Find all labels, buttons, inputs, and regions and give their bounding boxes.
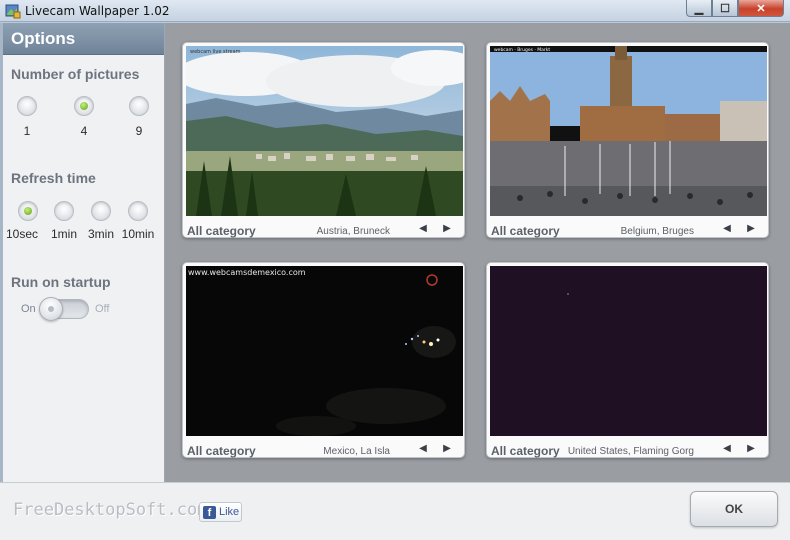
card-location: Austria, Bruneck: [316, 226, 390, 237]
refresh-label-10min: 10min: [121, 227, 155, 241]
previous-arrow-icon[interactable]: ◀: [720, 221, 734, 237]
pictures-radio-1[interactable]: [17, 96, 37, 116]
brand-logo[interactable]: FreeDesktopSoft.com: [13, 500, 207, 520]
webcam-image-belgium[interactable]: webcam · Bruges · Markt: [490, 46, 767, 216]
next-arrow-icon[interactable]: ▶: [440, 441, 454, 457]
title-bar: Livecam Wallpaper 1.02 ▁ ☐ ✕: [0, 0, 790, 22]
next-arrow-icon[interactable]: ▶: [744, 441, 758, 457]
refresh-label-3min: 3min: [87, 227, 114, 241]
refresh-label-10sec: 10sec: [5, 227, 39, 241]
previous-arrow-icon[interactable]: ◀: [416, 441, 430, 457]
previous-arrow-icon[interactable]: ◀: [720, 441, 734, 457]
toggle-knob[interactable]: [39, 297, 63, 321]
toggle-on-label: On: [21, 303, 36, 315]
webcam-card: All category United States, Flaming Gorg…: [486, 262, 769, 458]
card-location: Mexico, La Isla: [323, 446, 390, 457]
ok-button[interactable]: OK: [690, 491, 778, 527]
card-category[interactable]: All category: [187, 224, 256, 238]
refresh-radio-3min[interactable]: [91, 201, 111, 221]
card-category[interactable]: All category: [187, 444, 256, 458]
card-location: Belgium, Bruges: [620, 226, 694, 237]
options-header: Options: [3, 23, 164, 55]
maximize-button[interactable]: ☐: [712, 0, 738, 17]
next-arrow-icon[interactable]: ▶: [440, 221, 454, 237]
refresh-radio-10min[interactable]: [128, 201, 148, 221]
facebook-icon: f: [203, 505, 216, 519]
minimize-button[interactable]: ▁: [686, 0, 712, 17]
webcam-grid: webcam live stream All category Austria,…: [165, 23, 790, 482]
pictures-radio-9[interactable]: [129, 96, 149, 116]
previous-arrow-icon[interactable]: ◀: [416, 221, 430, 237]
refresh-time-title: Refresh time: [11, 170, 96, 186]
webcam-card: webcam live stream All category Austria,…: [182, 42, 465, 238]
number-of-pictures-title: Number of pictures: [11, 66, 140, 82]
webcam-card: www.webcamsdemexico.com All category Mex…: [182, 262, 465, 458]
facebook-like-button[interactable]: f Like: [199, 502, 242, 522]
pictures-label-4: 4: [80, 124, 88, 138]
app-icon: [5, 4, 21, 19]
run-on-startup-toggle[interactable]: [39, 297, 89, 321]
card-location: United States, Flaming Gorg: [567, 446, 694, 457]
pictures-label-1: 1: [23, 124, 31, 138]
refresh-radio-1min[interactable]: [54, 201, 74, 221]
svg-text:webcam · Bruges · Markt: webcam · Bruges · Markt: [494, 47, 550, 53]
card-category[interactable]: All category: [491, 444, 560, 458]
webcam-watermark: www.webcamsdemexico.com: [188, 268, 306, 277]
toggle-off-label: Off: [95, 303, 110, 315]
close-button[interactable]: ✕: [738, 0, 784, 17]
pictures-radio-4[interactable]: [74, 96, 94, 116]
svg-text:webcam live stream: webcam live stream: [190, 49, 241, 55]
refresh-label-1min: 1min: [50, 227, 77, 241]
like-label: Like: [219, 506, 240, 518]
run-on-startup-title: Run on startup: [11, 274, 111, 290]
refresh-radio-10sec[interactable]: [18, 201, 38, 221]
window-title: Livecam Wallpaper 1.02: [25, 4, 170, 18]
next-arrow-icon[interactable]: ▶: [744, 221, 758, 237]
webcam-image-mexico[interactable]: www.webcamsdemexico.com: [186, 266, 463, 436]
pictures-label-9: 9: [135, 124, 143, 138]
options-sidebar: Options Number of pictures 1 4 9 Refresh…: [0, 23, 165, 482]
webcam-card: webcam · Bruges · Markt All category Bel…: [486, 42, 769, 238]
webcam-image-austria[interactable]: webcam live stream: [186, 46, 463, 216]
card-category[interactable]: All category: [491, 224, 560, 238]
webcam-image-united-states[interactable]: [490, 266, 767, 436]
footer: FreeDesktopSoft.com f Like OK: [0, 482, 790, 540]
